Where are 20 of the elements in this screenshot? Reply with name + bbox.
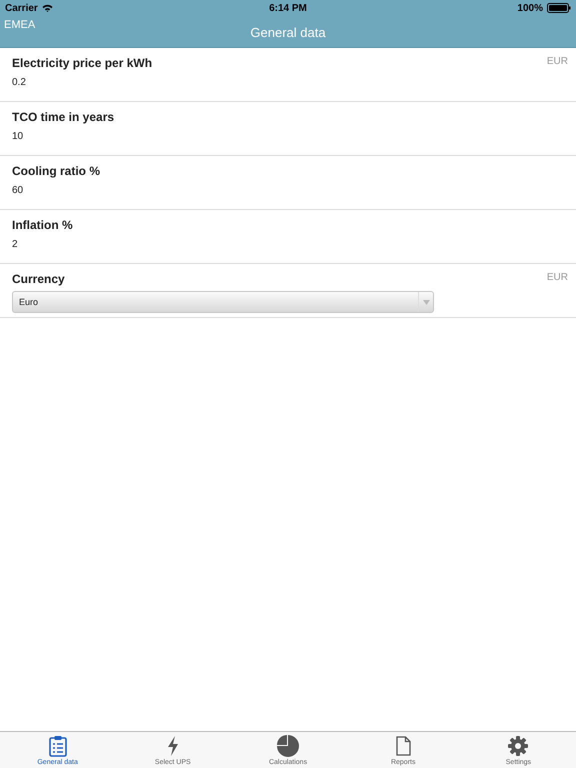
field-label: Electricity price per kWh: [12, 56, 152, 70]
pie-chart-icon: [277, 734, 299, 756]
dropdown-arrow-icon: [422, 300, 430, 304]
lightning-bolt-icon: [166, 736, 179, 756]
field-label: Cooling ratio %: [12, 164, 101, 178]
wifi-icon: [42, 4, 53, 12]
field-label: TCO time in years: [12, 110, 116, 124]
carrier-label: Carrier: [5, 2, 38, 14]
clock-time: 6:14 PM: [269, 2, 307, 14]
settings-icon: [508, 736, 528, 756]
page-title: General data: [250, 25, 326, 42]
unit-label: EUR: [546, 272, 568, 285]
currency-dropdown[interactable]: Euro: [12, 291, 434, 313]
battery-icon: [546, 3, 571, 13]
document-icon: [396, 736, 411, 756]
unit-label: EUR: [546, 56, 568, 69]
field-label: Currency: [12, 272, 66, 286]
battery-percent: 100%: [517, 2, 543, 14]
clipboard-icon: [48, 734, 67, 756]
field-label: Inflation %: [12, 218, 74, 232]
